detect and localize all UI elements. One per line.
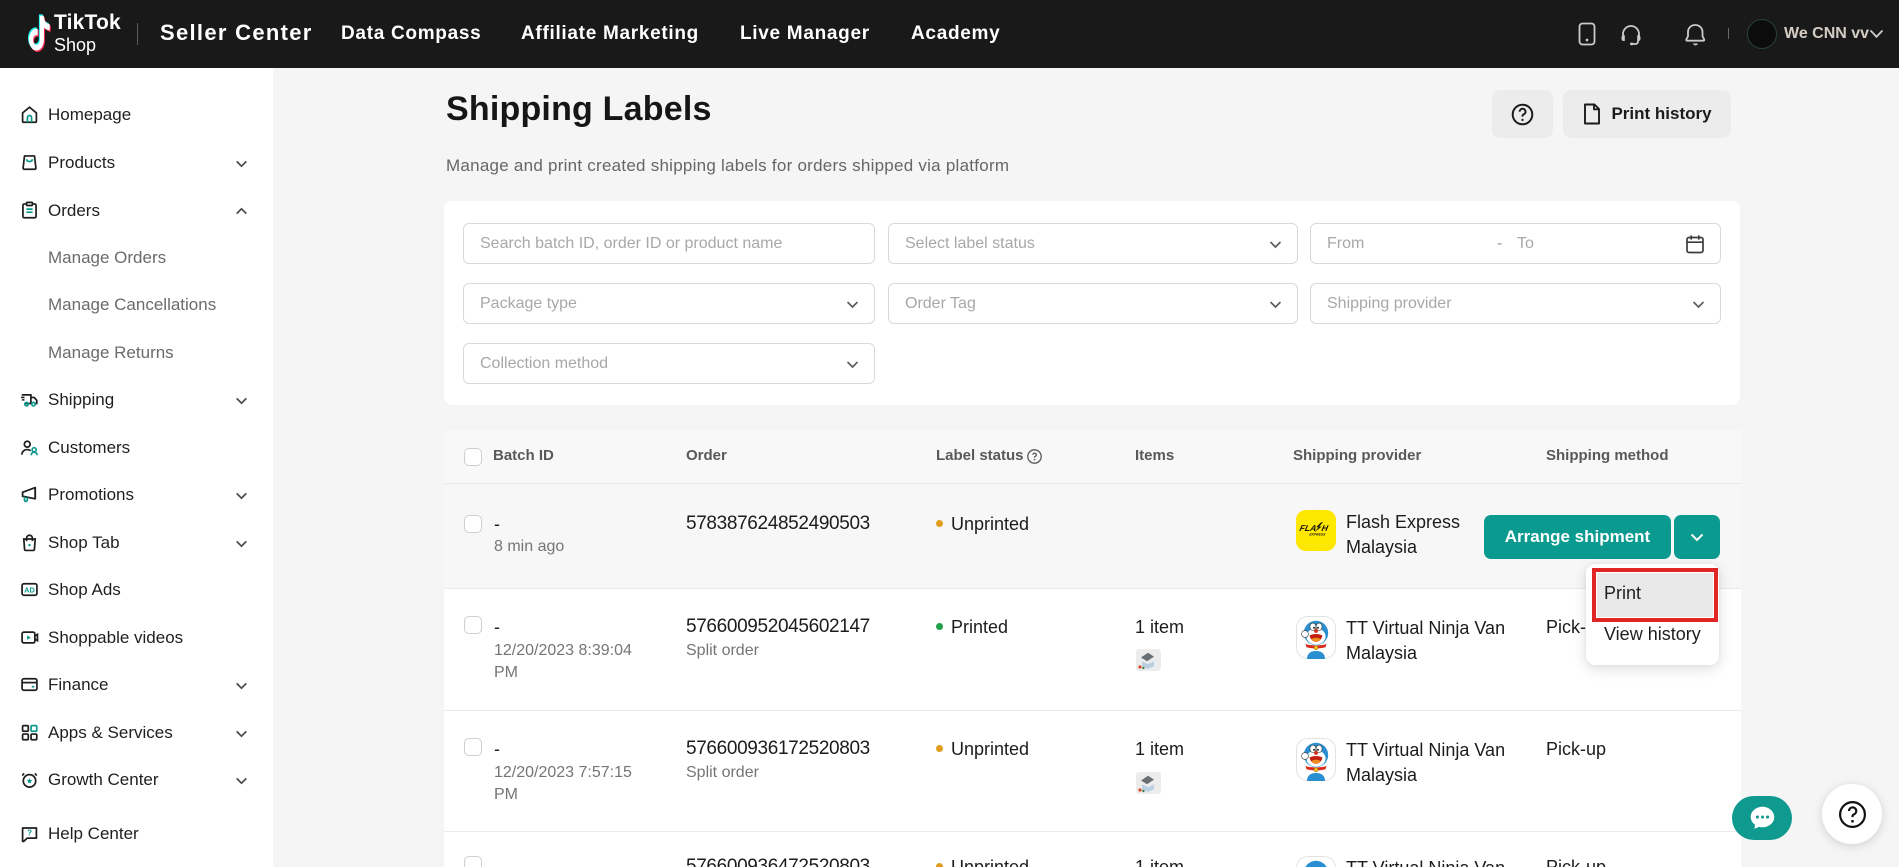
svg-text:?: ?	[27, 829, 32, 838]
svg-text:EXPRESS: EXPRESS	[1309, 532, 1327, 536]
svg-text:AD: AD	[24, 586, 35, 595]
